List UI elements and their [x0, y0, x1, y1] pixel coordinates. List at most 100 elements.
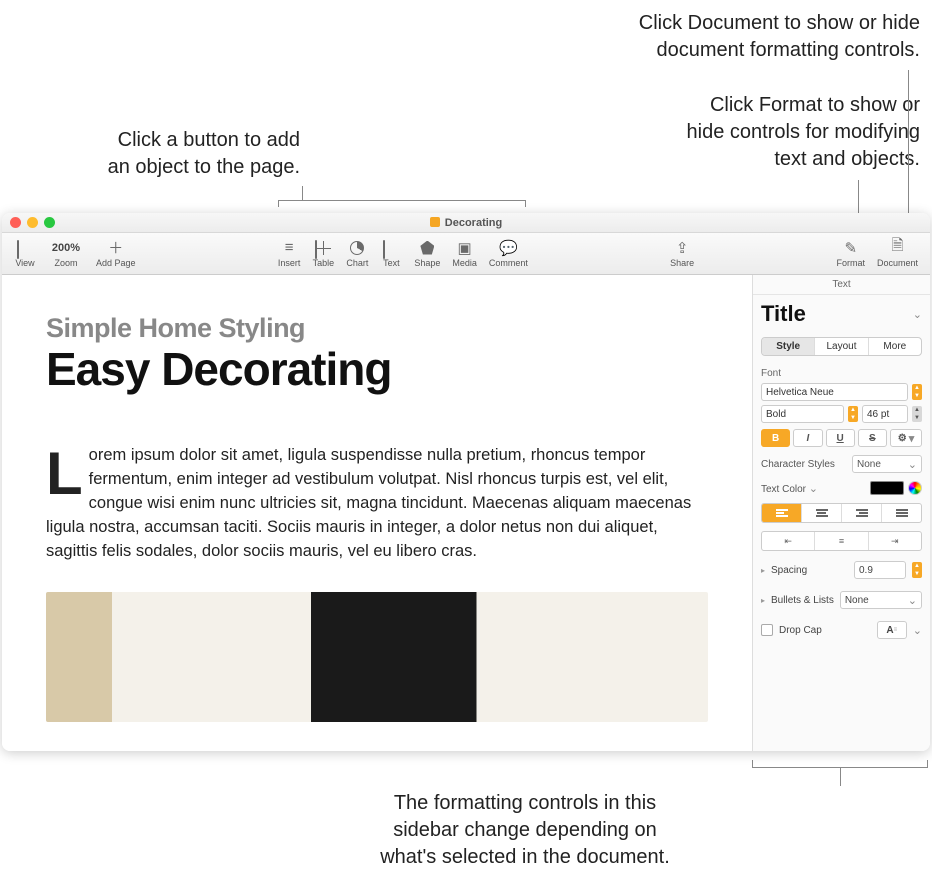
callout-line-1 — [302, 186, 303, 200]
italic-button[interactable]: I — [793, 429, 822, 447]
media-button[interactable]: ▣ Media — [446, 237, 483, 270]
align-justify-button[interactable] — [882, 504, 921, 522]
table-icon — [315, 239, 331, 256]
document-canvas[interactable]: Simple Home Styling Easy Decorating Lore… — [2, 275, 752, 751]
zoom-select[interactable]: 200% Zoom — [42, 237, 90, 270]
chevron-down-icon: ⌄ — [908, 458, 917, 471]
maximize-icon[interactable] — [44, 217, 55, 228]
close-icon[interactable] — [10, 217, 21, 228]
add-page-button[interactable]: ＋ Add Page — [90, 237, 142, 270]
font-family-select[interactable]: Helvetica Neue — [761, 383, 908, 401]
shape-button[interactable]: Shape — [408, 237, 446, 270]
window-traffic-lights — [10, 217, 55, 228]
indent-none-icon: ≡ — [839, 536, 844, 546]
toolbar-insert-group: ≡ Insert Table Chart Text Shape ▣ Medi — [272, 237, 534, 270]
paragraph-style-select[interactable]: Title ⌄ — [753, 295, 930, 333]
share-icon: ⇪ — [676, 239, 689, 256]
format-button[interactable]: ✎ Format — [830, 237, 871, 270]
indent-button[interactable]: ⇥ — [869, 532, 921, 550]
content-area: Simple Home Styling Easy Decorating Lore… — [2, 275, 930, 751]
document-icon: 🗎 — [891, 239, 903, 256]
doc-body[interactable]: Lorem ipsum dolor sit amet, ligula suspe… — [46, 444, 708, 564]
minimize-icon[interactable] — [27, 217, 38, 228]
chevron-down-icon: ⌄ — [913, 308, 922, 321]
add-page-icon: ＋ — [108, 239, 123, 256]
align-justify-icon — [896, 509, 908, 517]
document-label: Document — [877, 258, 918, 268]
app-window: Decorating View 200% Zoom ＋ Add Page ≡ I… — [2, 213, 930, 751]
advanced-font-button[interactable]: ⚙︎▾ — [890, 429, 922, 447]
gear-icon: ⚙︎ — [898, 433, 907, 444]
chart-icon — [350, 239, 364, 256]
text-color-label: Text Color ⌄ — [761, 482, 818, 495]
document-button[interactable]: 🗎 Document — [871, 237, 924, 270]
shape-icon — [420, 239, 434, 256]
text-button[interactable]: Text — [374, 237, 408, 270]
font-size-stepper[interactable]: ▲▼ — [912, 406, 922, 422]
share-label: Share — [670, 258, 694, 268]
doc-icon — [430, 217, 440, 227]
font-weight-stepper-icon[interactable]: ▲▼ — [848, 406, 858, 422]
text-align-group — [761, 503, 922, 523]
dropcap-label: Drop Cap — [779, 625, 871, 636]
outdent-button[interactable]: ⇤ — [762, 532, 815, 550]
tab-more[interactable]: More — [869, 338, 921, 355]
doc-body-text: orem ipsum dolor sit amet, ligula suspen… — [46, 446, 691, 560]
chart-button[interactable]: Chart — [340, 237, 374, 270]
underline-button[interactable]: U — [826, 429, 855, 447]
dropcap-style-select[interactable]: A≡ — [877, 621, 907, 639]
outdent-icon: ⇤ — [784, 536, 792, 547]
tab-style[interactable]: Style — [762, 338, 815, 355]
view-icon — [17, 239, 33, 256]
color-picker-icon[interactable] — [908, 481, 922, 495]
font-family-stepper-icon[interactable]: ▲▼ — [912, 384, 922, 400]
disclosure-triangle-icon[interactable]: ▸ — [761, 596, 765, 605]
doc-title[interactable]: Easy Decorating — [46, 342, 708, 396]
comment-button[interactable]: 💬 Comment — [483, 237, 534, 270]
view-button[interactable]: View — [8, 237, 42, 270]
bold-button[interactable]: B — [761, 429, 790, 447]
character-styles-label: Character Styles — [761, 459, 835, 470]
bullets-label: Bullets & Lists — [771, 595, 834, 606]
table-label: Table — [313, 258, 335, 268]
chevron-down-icon: ⌄ — [908, 594, 917, 607]
text-color-swatch[interactable] — [870, 481, 904, 495]
insert-icon: ≡ — [285, 239, 294, 256]
dropcap-checkbox[interactable] — [761, 624, 773, 636]
media-label: Media — [452, 258, 477, 268]
spacing-field[interactable]: 0.9 — [854, 561, 906, 579]
spacing-label: Spacing — [771, 565, 848, 576]
indent-none-button[interactable]: ≡ — [815, 532, 868, 550]
insert-label: Insert — [278, 258, 301, 268]
callout-format: Click Format to show orhide controls for… — [460, 92, 920, 173]
text-label: Text — [383, 258, 400, 268]
font-family-value: Helvetica Neue — [766, 387, 834, 398]
font-size-field[interactable]: 46 pt — [862, 405, 908, 423]
align-left-button[interactable] — [762, 504, 802, 522]
doc-image[interactable] — [46, 592, 708, 722]
insert-button[interactable]: ≡ Insert — [272, 237, 307, 270]
dropcap-preview-letter: A — [886, 625, 893, 636]
bullets-select[interactable]: None ⌄ — [840, 591, 922, 609]
disclosure-triangle-icon[interactable]: ▸ — [761, 566, 765, 575]
spacing-stepper[interactable]: ▲▼ — [912, 562, 922, 578]
callout-line-sidebar — [840, 768, 841, 786]
callout-bracket-insert — [278, 200, 526, 207]
table-button[interactable]: Table — [306, 237, 340, 270]
share-button[interactable]: ⇪ Share — [664, 237, 700, 270]
view-label: View — [15, 258, 34, 268]
shape-label: Shape — [414, 258, 440, 268]
indent-icon: ⇥ — [891, 536, 899, 547]
align-right-button[interactable] — [842, 504, 882, 522]
tab-layout[interactable]: Layout — [815, 338, 868, 355]
character-styles-select[interactable]: None ⌄ — [852, 455, 922, 473]
sidebar-header: Text — [753, 275, 930, 295]
align-center-button[interactable] — [802, 504, 842, 522]
chart-label: Chart — [346, 258, 368, 268]
font-weight-select[interactable]: Bold — [761, 405, 844, 423]
window-titlebar: Decorating — [2, 213, 930, 233]
strikethrough-button[interactable]: S — [858, 429, 887, 447]
font-weight-value: Bold — [766, 409, 786, 420]
doc-subtitle[interactable]: Simple Home Styling — [46, 313, 708, 344]
chevron-down-icon: ⌄ — [913, 624, 922, 637]
